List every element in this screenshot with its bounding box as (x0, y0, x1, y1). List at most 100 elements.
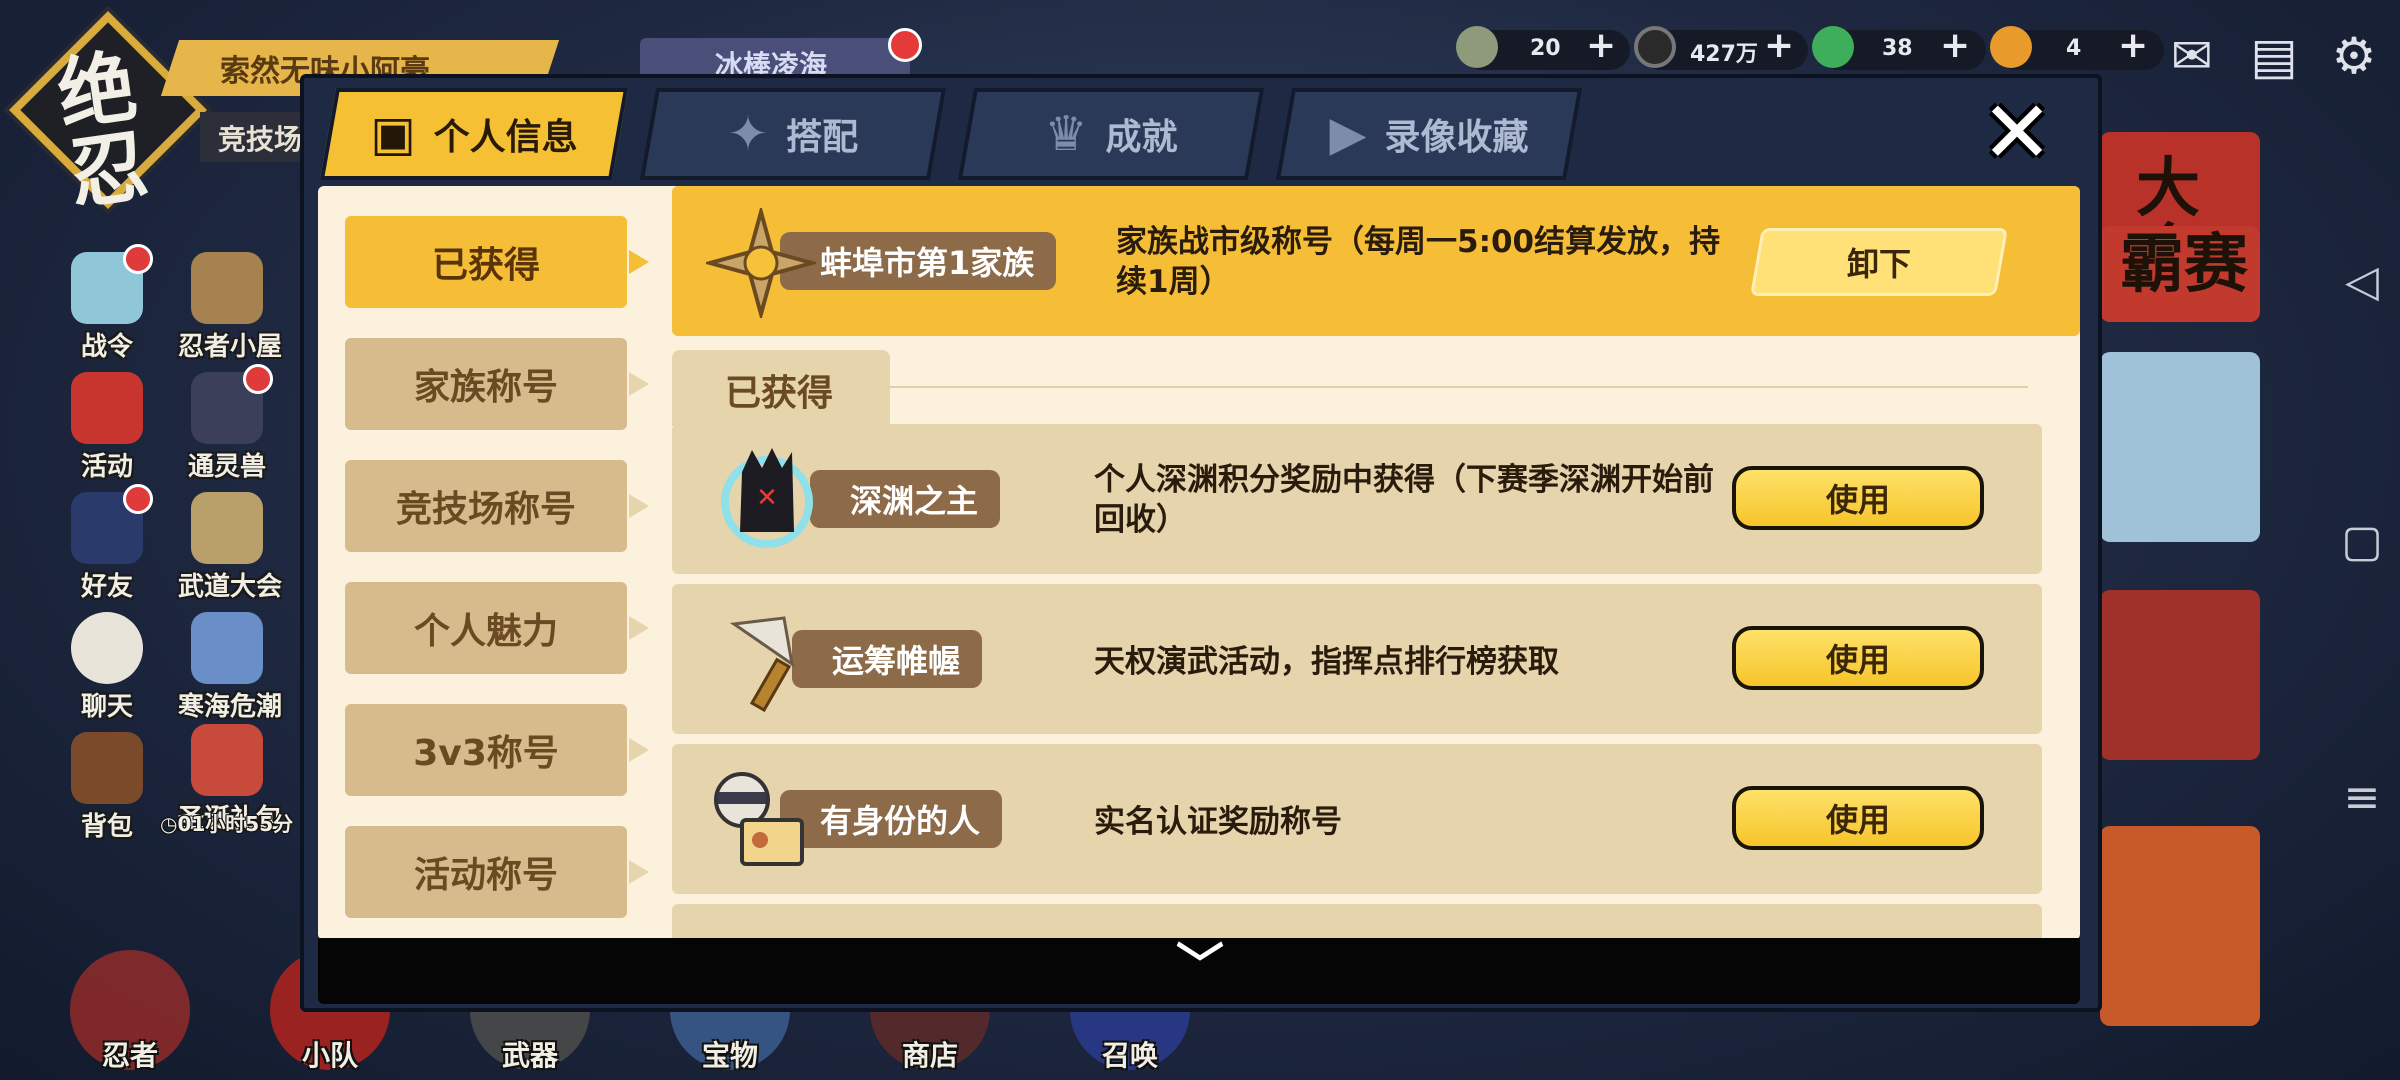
home-nav-icon[interactable]: ▢ (2340, 516, 2384, 567)
nav-label: 召唤 (1101, 1039, 1158, 1072)
nav-label: 小队 (301, 1039, 358, 1072)
use-button[interactable]: 使用 (1732, 786, 1984, 850)
side-icon-pass[interactable]: 战令 (58, 244, 156, 363)
nav-label: 商店 (901, 1039, 958, 1072)
side-icon-label: 寒海危潮 (178, 692, 283, 722)
category-label: 家族称号 (413, 367, 558, 408)
divider (890, 386, 2028, 388)
category-event-titles[interactable]: 活动称号 (345, 826, 649, 918)
add-rice-button[interactable]: + (1586, 28, 1616, 64)
event-card-shrine[interactable] (2100, 590, 2260, 760)
gift-icon (191, 724, 263, 796)
green-magatama-icon (1812, 26, 1854, 68)
shop-icon[interactable]: ▤ (2242, 28, 2306, 84)
side-icon-friends[interactable]: 好友 (58, 484, 156, 603)
side-icon-label: 活动 (80, 452, 133, 482)
menu-nav-icon[interactable]: ≡ (2340, 772, 2384, 823)
arrow-right-icon (629, 494, 649, 518)
id-card-ninja-icon (702, 764, 812, 874)
svg-text:✕: ✕ (756, 483, 778, 513)
title-description: 个人深渊积分奖励中获得（下赛季深渊开始前回收） (1094, 462, 1714, 538)
title-description: 实名认证奖励称号 (1094, 804, 1342, 840)
bag-icon (71, 732, 143, 804)
beast-icon (191, 364, 273, 444)
add-orange-button[interactable]: + (2118, 28, 2148, 64)
tab-achievements[interactable]: ♛ 成就 (957, 88, 1265, 180)
event-card-tourney[interactable]: 霸赛 (2100, 226, 2260, 322)
arrow-right-icon (629, 860, 649, 884)
add-coin-button[interactable]: + (1764, 28, 1794, 64)
back-nav-icon[interactable]: ◁ (2340, 256, 2384, 307)
play-icon: ▶ (1329, 106, 1367, 162)
nav-label: 武器 (501, 1039, 558, 1072)
notification-dot (888, 28, 922, 62)
side-icon-label: 背包 (80, 812, 133, 842)
chevron-down-icon[interactable]: ﹀ (1168, 942, 1232, 990)
side-icon-bag[interactable]: 背包 (58, 732, 156, 843)
category-charm[interactable]: 个人魅力 (345, 582, 649, 674)
arrow-right-icon (629, 250, 649, 274)
category-label: 3v3称号 (413, 733, 559, 774)
section-title: 已获得 (725, 373, 834, 414)
category-label: 活动称号 (413, 855, 558, 896)
tab-label: 成就 (1105, 117, 1178, 158)
tab-content: ✦ 搭配 (652, 92, 934, 176)
player-arena-label[interactable]: 竞技场 (218, 118, 302, 158)
category-family-titles[interactable]: 家族称号 (345, 338, 649, 430)
notification-dot (243, 364, 273, 394)
side-icon-cold-sea[interactable]: 寒海危潮 (178, 612, 283, 723)
tab-personal-info[interactable]: ▣ 个人信息 (319, 88, 629, 180)
friends-icon (71, 484, 153, 564)
use-button[interactable]: 使用 (1732, 466, 1984, 530)
category-arena-titles[interactable]: 竞技场称号 (345, 460, 649, 552)
use-button-label: 使用 (1825, 641, 1890, 679)
resource-value: 4 (2066, 36, 2082, 61)
add-green-button[interactable]: + (1940, 28, 1970, 64)
category-label: 已获得 (431, 245, 540, 286)
mail-icon[interactable]: ✉ (2160, 28, 2224, 84)
event-card-snow[interactable] (2100, 352, 2260, 542)
side-icon-budokai[interactable]: 武道大会 (178, 492, 283, 603)
category-label: 竞技场称号 (395, 489, 576, 530)
orange-magatama-icon (1990, 26, 2032, 68)
tab-outfit[interactable]: ✦ 搭配 (639, 88, 947, 180)
tab-label: 录像收藏 (1384, 117, 1529, 158)
tab-content: ▶ 录像收藏 (1288, 92, 1570, 176)
torii-icon (71, 372, 143, 444)
side-icon-ninja-house[interactable]: 忍者小屋 (178, 252, 283, 363)
notification-dot (123, 244, 153, 274)
tab-replays[interactable]: ▶ 录像收藏 (1275, 88, 1583, 180)
side-icon-chat[interactable]: 聊天 (58, 612, 156, 723)
arrow-right-icon (629, 372, 649, 396)
chat-icon (71, 612, 143, 684)
arrow-right-icon (629, 616, 649, 640)
settings-icon[interactable]: ⚙ (2322, 28, 2386, 84)
nav-label: 宝物 (701, 1039, 758, 1072)
category-obtained[interactable]: 已获得 (345, 216, 649, 308)
side-icon-summon-beast[interactable]: 通灵兽 (178, 364, 276, 483)
close-icon[interactable]: ✕ (1980, 90, 2054, 176)
resource-value: 38 (1882, 36, 1913, 61)
ninja-card-icon: ▣ (370, 106, 416, 162)
arrow-right-icon (629, 738, 649, 762)
side-icon-activity[interactable]: 活动 (58, 372, 156, 483)
title-badge: 蚌埠市第1家族 (780, 232, 1057, 290)
trophy-icon: ♛ (1044, 106, 1088, 162)
scroll-icon (191, 612, 263, 684)
use-button[interactable]: 使用 (1732, 626, 1984, 690)
card-text: 霸赛 (2120, 227, 2248, 302)
nav-ninja[interactable]: 忍者 (60, 950, 200, 1072)
notification-dot (123, 484, 153, 514)
tab-content: ▣ 个人信息 (332, 92, 616, 176)
war-fan-icon (714, 604, 824, 714)
shuriken-icon: ✦ (727, 106, 769, 162)
category-3v3-titles[interactable]: 3v3称号 (345, 704, 649, 796)
event-card-fire[interactable] (2100, 826, 2260, 1026)
house-icon (191, 252, 263, 324)
side-icon-label: 忍者小屋 (178, 332, 283, 362)
resource-value: 427万 (1690, 42, 1758, 67)
side-icon-label: 武道大会 (178, 572, 283, 602)
use-button-label: 使用 (1825, 801, 1890, 839)
unequip-button[interactable]: 卸下 (1750, 228, 2008, 296)
side-icon-label: 通灵兽 (187, 452, 266, 482)
